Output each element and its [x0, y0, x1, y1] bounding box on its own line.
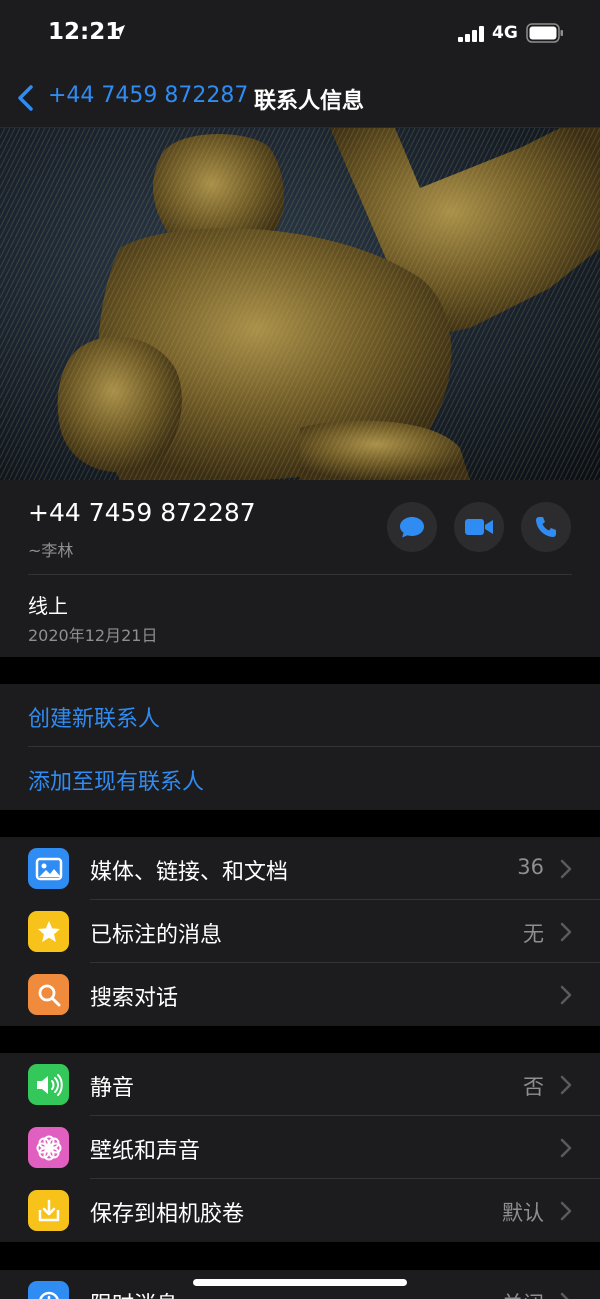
contact-info-card: +44 7459 872287 ~李林 线上 2020年12月21日 — [0, 480, 600, 657]
chevron-right-icon — [560, 1138, 572, 1158]
voice-call-button[interactable] — [521, 502, 571, 552]
flower-icon — [28, 1127, 69, 1168]
page-title: 联系人信息 — [254, 89, 365, 114]
media-links-docs-label: 媒体、链接、和文档 — [90, 860, 289, 885]
chevron-right-icon — [560, 985, 572, 1005]
speaker-icon — [28, 1064, 69, 1105]
photo-icon — [28, 848, 69, 889]
chevron-right-icon — [560, 859, 572, 879]
starred-messages-value: 无 — [523, 922, 544, 946]
media-count: 36 — [517, 855, 544, 879]
chat-settings-group: 静音 否 壁纸和声音 保存到相机胶卷 默认 — [0, 1053, 600, 1242]
about-status: 线上 — [28, 594, 68, 618]
contact-push-name: ~李林 — [28, 541, 74, 560]
wallpaper-sound-label: 壁纸和声音 — [90, 1139, 201, 1164]
voice-call-icon — [536, 517, 556, 537]
search-chat-label: 搜索对话 — [90, 986, 179, 1011]
mute-row[interactable]: 静音 否 — [0, 1053, 600, 1116]
network-type: 4G — [492, 23, 518, 43]
add-to-existing-contact-button[interactable]: 添加至现有联系人 — [0, 747, 600, 810]
back-button[interactable]: +44 7459 872287 — [48, 83, 248, 108]
starred-messages-row[interactable]: 已标注的消息 无 — [0, 900, 600, 963]
star-icon — [28, 911, 69, 952]
chevron-right-icon — [560, 922, 572, 942]
search-icon — [28, 974, 69, 1015]
save-to-camera-roll-value: 默认 — [502, 1201, 544, 1225]
signal-icon — [458, 26, 484, 42]
create-new-contact-button[interactable]: 创建新联系人 — [0, 684, 600, 747]
chevron-right-icon — [560, 1075, 572, 1095]
status-time: 12:21 — [48, 19, 122, 45]
home-indicator[interactable] — [193, 1279, 407, 1286]
chevron-right-icon — [560, 1292, 569, 1299]
chat-content-group: 媒体、链接、和文档 36 已标注的消息 无 搜索对话 — [0, 837, 600, 1026]
profile-photo[interactable] — [0, 128, 600, 480]
back-chevron-icon[interactable] — [16, 84, 36, 112]
media-links-docs-row[interactable]: 媒体、链接、和文档 36 — [0, 837, 600, 900]
starred-messages-label: 已标注的消息 — [90, 923, 223, 948]
mute-label: 静音 — [90, 1076, 135, 1101]
location-arrow-icon — [113, 25, 125, 37]
save-to-camera-roll-label: 保存到相机胶卷 — [90, 1202, 245, 1227]
disappearing-messages-value: 关闭 — [502, 1288, 544, 1299]
about-date: 2020年12月21日 — [28, 626, 158, 645]
timer-icon — [28, 1281, 69, 1299]
message-button[interactable] — [387, 502, 437, 552]
battery-icon — [526, 23, 563, 43]
navigation-bar: +44 7459 872287 联系人信息 — [0, 66, 600, 128]
divider — [28, 574, 572, 575]
disappearing-messages-label: 限时消息 — [90, 1287, 178, 1299]
create-new-contact-label: 创建新联系人 — [28, 707, 161, 732]
video-call-button[interactable] — [454, 502, 504, 552]
save-to-camera-roll-row[interactable]: 保存到相机胶卷 默认 — [0, 1179, 600, 1242]
contact-actions-group: 创建新联系人 添加至现有联系人 — [0, 684, 600, 810]
message-icon — [400, 517, 424, 538]
profile-photo-figure — [0, 128, 600, 480]
status-bar: 12:21 4G — [0, 0, 600, 66]
contact-phone-number: +44 7459 872287 — [28, 498, 256, 527]
wallpaper-sound-row[interactable]: 壁纸和声音 — [0, 1116, 600, 1179]
download-icon — [28, 1190, 69, 1231]
mute-value: 否 — [523, 1075, 544, 1099]
search-chat-row[interactable]: 搜索对话 — [0, 963, 600, 1026]
video-call-icon — [465, 519, 493, 535]
add-to-existing-contact-label: 添加至现有联系人 — [28, 770, 205, 795]
chevron-right-icon — [560, 1201, 572, 1221]
